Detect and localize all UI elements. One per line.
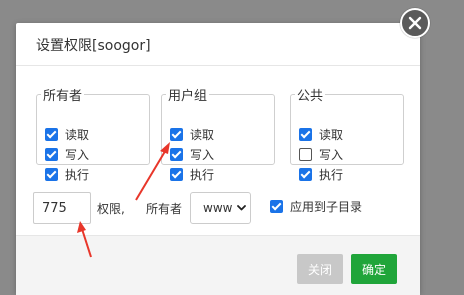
apply-to-subdirectories-row[interactable]: 应用到子目录	[270, 198, 362, 215]
owner-select-value: www	[203, 201, 233, 215]
owner-write-checkbox[interactable]	[45, 147, 58, 161]
close-icon	[408, 16, 422, 30]
group-read-row[interactable]: 读取	[170, 125, 214, 143]
usergroup-permission-group: 用户组 读取 写入 执行	[161, 85, 275, 182]
group-read-label: 读取	[190, 127, 215, 142]
owner-select-label: 所有者	[146, 202, 183, 216]
group-execute-checkbox[interactable]	[170, 167, 183, 181]
permission-number-input[interactable]	[33, 192, 91, 224]
close-button[interactable]: 关闭	[297, 254, 343, 284]
group-write-row[interactable]: 写入	[170, 145, 214, 163]
group-write-label: 写入	[190, 147, 215, 162]
public-write-checkbox[interactable]	[299, 147, 312, 161]
owner-group-legend: 所有者	[43, 89, 83, 104]
permission-suffix-label: 权限,	[97, 202, 125, 216]
public-read-label: 读取	[319, 127, 344, 142]
apply-to-subdirectories-label: 应用到子目录	[290, 200, 363, 214]
owner-select[interactable]: www	[190, 192, 251, 224]
group-execute-row[interactable]: 执行	[170, 165, 214, 183]
owner-read-checkbox[interactable]	[45, 127, 58, 141]
apply-to-subdirectories-checkbox[interactable]	[270, 200, 283, 213]
dialog-header: 设置权限[soogor]	[16, 23, 420, 66]
public-execute-checkbox[interactable]	[299, 167, 312, 181]
public-read-row[interactable]: 读取	[299, 125, 343, 143]
chevron-down-icon	[237, 205, 246, 211]
public-group-legend: 公共	[297, 89, 324, 104]
owner-write-row[interactable]: 写入	[45, 145, 89, 163]
dialog-close-button[interactable]	[400, 8, 430, 38]
public-write-label: 写入	[319, 147, 344, 162]
owner-read-row[interactable]: 读取	[45, 125, 89, 143]
group-write-checkbox[interactable]	[170, 147, 183, 161]
owner-write-label: 写入	[65, 147, 90, 162]
owner-read-label: 读取	[65, 127, 90, 142]
dialog-title: 设置权限[soogor]	[36, 38, 151, 54]
owner-execute-checkbox[interactable]	[45, 167, 58, 181]
public-read-checkbox[interactable]	[299, 127, 312, 141]
public-write-row[interactable]: 写入	[299, 145, 343, 163]
public-execute-row[interactable]: 执行	[299, 165, 343, 183]
owner-permission-group: 所有者 读取 写入 执行	[36, 85, 150, 182]
public-execute-label: 执行	[319, 167, 344, 182]
group-execute-label: 执行	[190, 167, 215, 182]
permission-dialog: 设置权限[soogor] 所有者 读取 写入 执行 用户组 读取 写入 执行 公…	[16, 23, 420, 295]
group-read-checkbox[interactable]	[170, 127, 183, 141]
owner-execute-row[interactable]: 执行	[45, 165, 89, 183]
dialog-footer: 关闭 确定	[16, 235, 420, 295]
owner-execute-label: 执行	[65, 167, 90, 182]
public-permission-group: 公共 读取 写入 执行	[290, 85, 404, 182]
confirm-button[interactable]: 确定	[351, 254, 397, 284]
usergroup-legend: 用户组	[168, 89, 208, 104]
